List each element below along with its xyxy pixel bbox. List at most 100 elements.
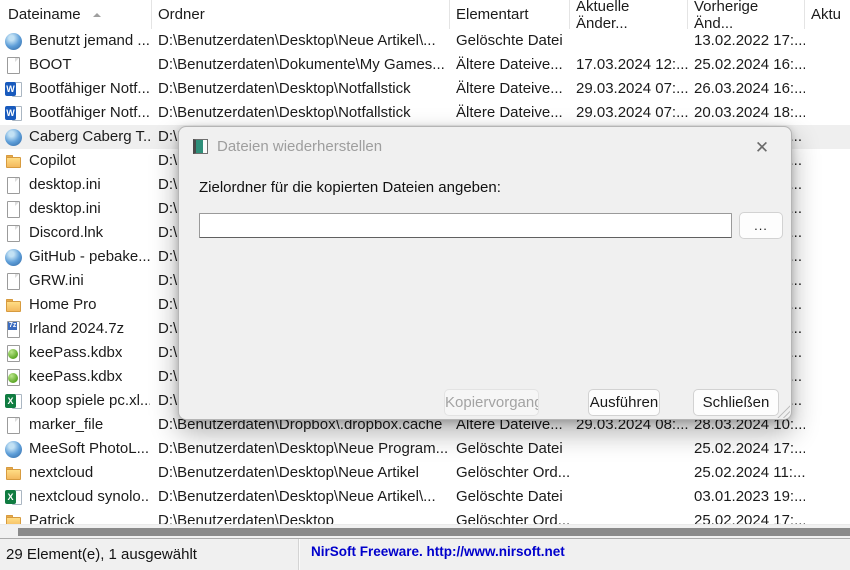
table-row[interactable]: BOOT D:\Benutzerdaten\Dokumente\My Games.… <box>0 53 850 77</box>
file-name: marker_file <box>29 416 104 433</box>
column-header-aktu[interactable]: Aktu <box>805 0 850 29</box>
extra-cell <box>805 437 850 461</box>
file-name: Irland 2024.7z <box>29 320 125 337</box>
current-modified-date: 17.03.2024 12:... <box>576 56 688 73</box>
item-type: Gelöschte Datei <box>456 440 563 457</box>
current-modified-date: 29.03.2024 07:... <box>576 104 688 121</box>
file-name-cell: Bootfähiger Notf... <box>0 77 152 101</box>
current-modified-date <box>570 509 688 524</box>
item-type: Ältere Dateive... <box>456 56 563 73</box>
file-icon <box>5 416 22 434</box>
column-header-name[interactable]: Dateiname <box>0 0 152 29</box>
current-modified-date <box>570 461 688 485</box>
table-row[interactable]: Patrick D:\Benutzerdaten\Desktop Gelöschte… <box>0 509 850 524</box>
file-name-cell: desktop.ini <box>0 197 152 221</box>
extra-cell <box>805 29 850 53</box>
column-header-ordner[interactable]: Ordner <box>152 0 450 29</box>
table-row[interactable]: nextcloud D:\Benutzerdaten\Desktop\Neue A… <box>0 461 850 485</box>
excel-icon <box>5 393 22 410</box>
folder-path: D:\Benutzerdaten\Desktop\Notfallstick <box>158 104 411 121</box>
target-folder-input[interactable] <box>199 213 732 238</box>
horizontal-scrollbar[interactable] <box>0 524 850 538</box>
cancel-copy-button: Kopiervorgang abbrechen <box>444 389 539 416</box>
column-label: Aktu <box>811 6 842 23</box>
scrollbar-thumb[interactable] <box>18 528 850 536</box>
file-name-cell: marker_file <box>0 413 152 437</box>
folder-icon <box>5 153 22 170</box>
run-button[interactable]: Ausführen <box>588 389 660 416</box>
column-label: Aktuelle Änder... <box>576 0 630 32</box>
file-icon <box>5 56 22 74</box>
file-name-cell: Benutzt jemand ... <box>0 29 152 53</box>
file-name: nextcloud <box>29 464 94 481</box>
file-name-cell: MeeSoft PhotoL... <box>0 437 152 461</box>
column-header-akt[interactable]: Aktuelle Änder... <box>570 0 688 32</box>
file-name: GitHub - pebake... <box>29 248 150 265</box>
extra-cell <box>805 413 850 437</box>
column-header-vorh[interactable]: Vorherige Änd... <box>688 0 805 32</box>
target-folder-label: Zielordner für die kopierten Dateien ang… <box>199 179 501 196</box>
table-row[interactable]: Benutzt jemand ... D:\Benutzerdaten\Deskt… <box>0 29 850 53</box>
file-name: Bootfähiger Notf... <box>29 104 150 121</box>
extra-cell <box>805 317 850 341</box>
sort-ascending-icon <box>92 12 101 17</box>
file-name: GRW.ini <box>29 272 84 289</box>
file-name-cell: keePass.kdbx <box>0 341 152 365</box>
excel-icon <box>5 489 22 506</box>
extra-cell <box>805 245 850 269</box>
folder-path: D:\Benutzerdaten\Dokumente\My Games... <box>158 56 445 73</box>
app-icon <box>193 139 208 154</box>
file-name: nextcloud synolo... <box>29 488 150 505</box>
browse-button[interactable]: ... <box>739 212 783 239</box>
globe-icon <box>5 249 22 266</box>
file-icon <box>5 272 22 290</box>
file-name: Caberg Caberg T... <box>29 128 150 145</box>
table-row[interactable]: nextcloud synolo... D:\Benutzerdaten\Desk… <box>0 485 850 509</box>
extra-cell <box>805 221 850 245</box>
current-modified-date <box>570 485 688 509</box>
file-name: desktop.ini <box>29 200 101 217</box>
previous-modified-date: 26.03.2024 16:... <box>694 80 805 97</box>
file-name: Patrick <box>29 512 75 524</box>
app-window: Dateiname Ordner Elementart Aktuelle Änder.… <box>0 0 850 570</box>
file-name-cell: GitHub - pebake... <box>0 245 152 269</box>
word-icon <box>5 81 22 98</box>
close-icon[interactable]: ✕ <box>745 135 779 161</box>
item-type: Ältere Dateive... <box>456 104 563 121</box>
table-row[interactable]: Bootfähiger Notf... D:\Benutzerdaten\Desk… <box>0 77 850 101</box>
item-type: Gelöschte Datei <box>456 488 563 505</box>
file-name-cell: koop spiele pc.xl... <box>0 389 152 413</box>
extra-cell <box>805 197 850 221</box>
column-label: Vorherige Änd... <box>694 0 759 32</box>
extra-cell <box>805 125 850 149</box>
file-name: Copilot <box>29 152 76 169</box>
column-header-art[interactable]: Elementart <box>450 0 570 29</box>
column-label: Dateiname <box>8 6 81 23</box>
file-name: koop spiele pc.xl... <box>29 392 150 409</box>
table-row[interactable]: MeeSoft PhotoL... D:\Benutzerdaten\Deskto… <box>0 437 850 461</box>
column-label: Elementart <box>456 6 529 23</box>
zip7-icon <box>5 320 22 338</box>
file-name: Home Pro <box>29 296 97 313</box>
keepass-icon <box>5 368 22 386</box>
globe-icon <box>5 33 22 50</box>
file-name: keePass.kdbx <box>29 368 123 385</box>
nirsoft-link[interactable]: NirSoft Freeware. http://www.nirsoft.net <box>299 539 565 570</box>
file-name: keePass.kdbx <box>29 344 123 361</box>
table-row[interactable]: Bootfähiger Notf... D:\Benutzerdaten\Desk… <box>0 101 850 125</box>
extra-cell <box>805 461 850 485</box>
extra-cell <box>805 389 850 413</box>
previous-modified-date: 03.01.2023 19:... <box>694 488 805 505</box>
extra-cell <box>805 293 850 317</box>
dialog-titlebar[interactable]: Dateien wiederherstellen ✕ <box>179 127 791 165</box>
file-name-cell: Bootfähiger Notf... <box>0 101 152 125</box>
file-name-cell: nextcloud synolo... <box>0 485 152 509</box>
file-name-cell: nextcloud <box>0 461 152 485</box>
item-type: Gelöschte Datei <box>456 32 563 49</box>
close-button[interactable]: Schließen <box>693 389 779 416</box>
extra-cell <box>805 365 850 389</box>
file-name-cell: keePass.kdbx <box>0 365 152 389</box>
file-name-cell: Copilot <box>0 149 152 173</box>
extra-cell <box>805 269 850 293</box>
file-name-cell: Irland 2024.7z <box>0 317 152 341</box>
